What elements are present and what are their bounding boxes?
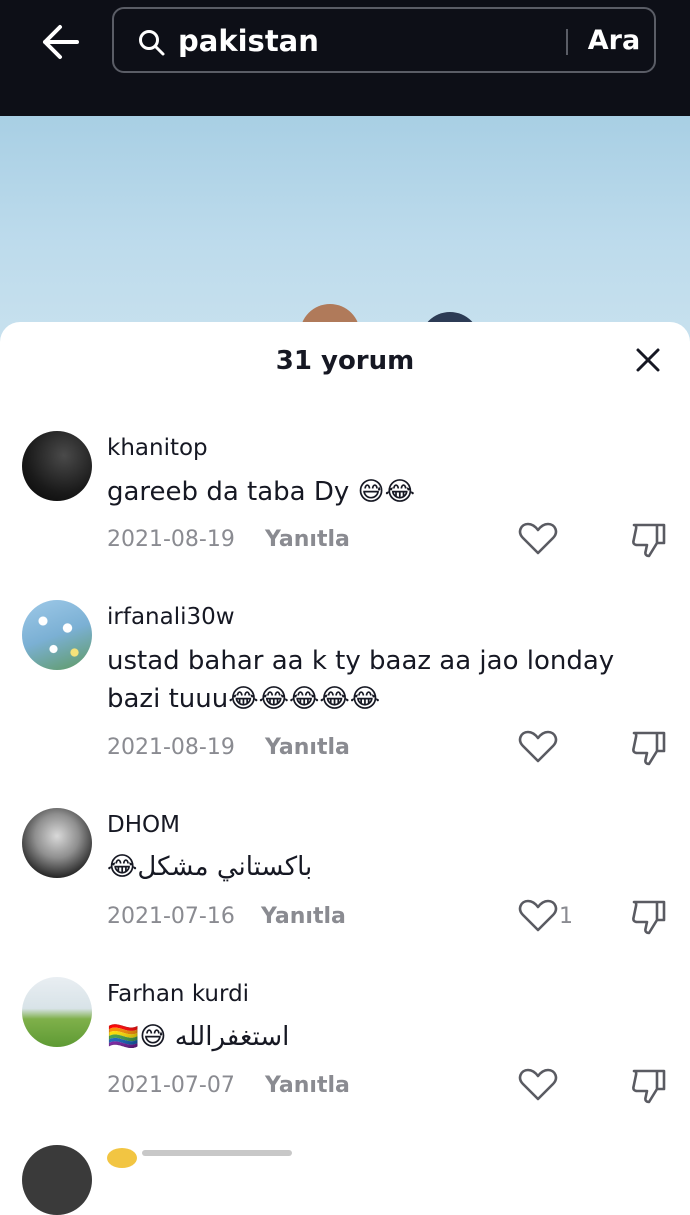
close-icon[interactable] — [630, 342, 666, 378]
heart-icon[interactable] — [518, 522, 558, 556]
comment-username[interactable]: DHOM — [107, 812, 180, 838]
comment-username[interactable]: khanitop — [107, 435, 208, 461]
emoji-fragment — [107, 1148, 137, 1168]
username-fragment — [142, 1150, 292, 1156]
like-count: 1 — [559, 904, 573, 929]
search-bar: Ara — [112, 7, 656, 73]
thumbs-down-icon[interactable] — [630, 898, 668, 936]
reply-button[interactable]: Yanıtla — [265, 1073, 350, 1098]
heart-icon[interactable] — [518, 730, 558, 764]
comment-text: 😂باكستاني مشكل — [107, 852, 313, 882]
back-button[interactable] — [34, 20, 86, 64]
comment-text: 🏳️‍🌈😅 استغفرالله — [107, 1022, 290, 1052]
comment-username[interactable]: Farhan kurdi — [107, 981, 249, 1007]
avatar[interactable] — [22, 977, 92, 1047]
video-background — [0, 116, 690, 346]
arrow-left-icon — [43, 25, 79, 59]
comment-date: 2021-07-07 — [107, 1073, 235, 1098]
thumbs-down-icon[interactable] — [630, 729, 668, 767]
reply-button[interactable]: Yanıtla — [261, 904, 346, 929]
heart-icon[interactable] — [518, 1068, 558, 1102]
reply-button[interactable]: Yanıtla — [265, 735, 350, 760]
thumbs-down-icon[interactable] — [630, 1067, 668, 1105]
heart-icon[interactable] — [518, 899, 558, 933]
avatar[interactable] — [22, 600, 92, 670]
comment-date: 2021-08-19 — [107, 735, 235, 760]
comments-count-title: 31 yorum — [275, 346, 415, 376]
comment-date: 2021-08-19 — [107, 527, 235, 552]
search-button[interactable]: Ara — [584, 21, 644, 61]
avatar[interactable] — [22, 1145, 92, 1215]
thumbs-down-icon[interactable] — [630, 521, 668, 559]
comment-text: ustad bahar aa k ty baaz aa jao londay b… — [107, 646, 615, 714]
search-divider — [566, 29, 568, 55]
comment-username[interactable]: irfanali30w — [107, 604, 235, 630]
reply-button[interactable]: Yanıtla — [265, 527, 350, 552]
comment-text: gareeb da taba Dy 😅😂 — [107, 477, 416, 507]
comment-date: 2021-07-16 — [107, 904, 235, 929]
search-input[interactable] — [178, 19, 558, 63]
avatar[interactable] — [22, 808, 92, 878]
search-icon — [139, 30, 165, 56]
avatar[interactable] — [22, 431, 92, 501]
top-bar: Ara — [0, 0, 690, 116]
